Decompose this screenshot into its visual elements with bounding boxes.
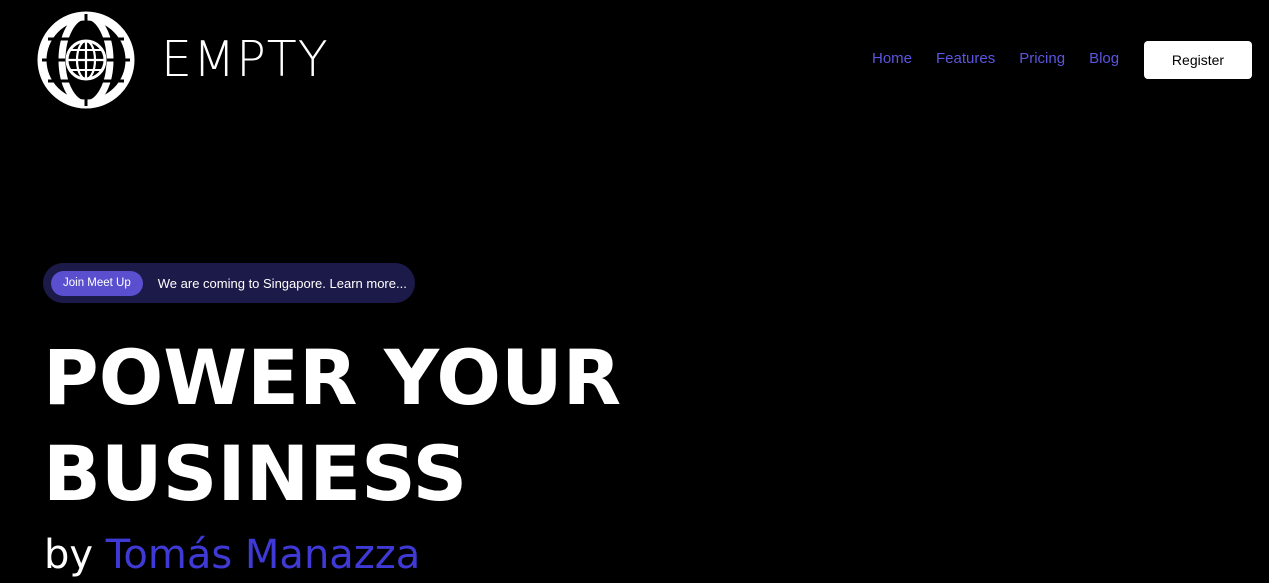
main-nav: Home Features Pricing Blog bbox=[860, 49, 1131, 69]
announcement-banner[interactable]: Join Meet Up We are coming to Singapore.… bbox=[43, 263, 415, 303]
author-name: Tomás Manazza bbox=[105, 532, 421, 578]
hero-title-line-1: POWER YOUR bbox=[43, 333, 622, 422]
meetup-badge[interactable]: Join Meet Up bbox=[51, 270, 143, 296]
register-button[interactable]: Register bbox=[1144, 41, 1252, 79]
nav-link-features[interactable]: Features bbox=[936, 49, 995, 69]
globe-icon[interactable] bbox=[36, 11, 136, 109]
hero-title: POWER YOUR BUSINESS bbox=[43, 330, 621, 522]
hero-title-line-2: BUSINESS bbox=[43, 429, 468, 518]
brand-name[interactable]: EMPTY bbox=[161, 34, 329, 86]
nav-link-home[interactable]: Home bbox=[872, 49, 912, 69]
hero-byline: by Tomás Manazza bbox=[44, 530, 420, 580]
nav-link-pricing[interactable]: Pricing bbox=[1019, 49, 1065, 69]
announcement-text[interactable]: We are coming to Singapore. Learn more..… bbox=[158, 276, 407, 291]
nav-link-blog[interactable]: Blog bbox=[1089, 49, 1119, 69]
byline-prefix: by bbox=[44, 532, 94, 578]
page: EMPTY Home Features Pricing Blog Registe… bbox=[0, 0, 1269, 583]
